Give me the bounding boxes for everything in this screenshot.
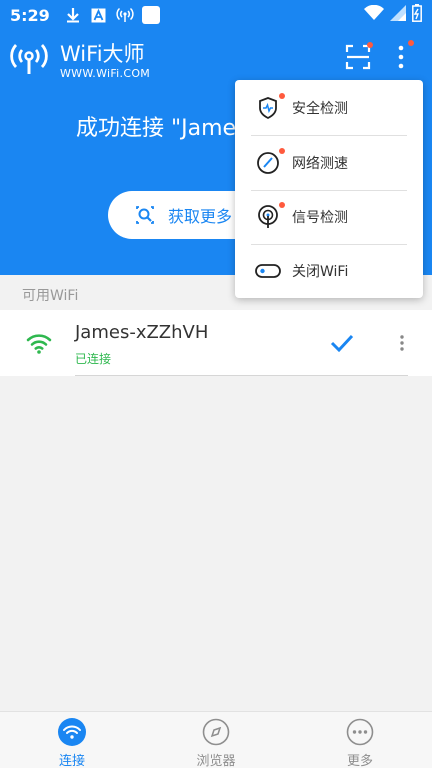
search-scan-icon bbox=[136, 206, 154, 224]
speedometer-icon bbox=[255, 150, 281, 176]
menu-item-label: 信号检测 bbox=[292, 210, 348, 226]
nav-tab-more[interactable]: 更多 bbox=[288, 712, 432, 768]
nav-label: 连接 bbox=[58, 754, 85, 768]
nav-tab-connect[interactable]: 连接 bbox=[0, 712, 144, 768]
app-website: WWW.WiFi.COM bbox=[60, 67, 151, 80]
hotspot-icon bbox=[116, 6, 134, 24]
download-icon bbox=[64, 6, 82, 24]
shield-icon bbox=[255, 95, 281, 121]
bottom-navigation: 连接 浏览器 更多 bbox=[0, 711, 432, 768]
get-more-label: 获取更多 bbox=[168, 207, 233, 226]
network-options-button[interactable] bbox=[396, 332, 408, 354]
security-dot bbox=[279, 93, 285, 99]
signal-tower-icon bbox=[255, 204, 281, 230]
status-bar: 5:29 bbox=[0, 0, 432, 30]
wifi-master-logo-icon bbox=[10, 40, 48, 78]
more-dots-icon bbox=[346, 718, 374, 746]
compass-icon bbox=[202, 718, 230, 746]
battery-icon bbox=[412, 4, 422, 26]
menu-item-speed-test[interactable]: 网络测速 bbox=[235, 136, 423, 190]
scan-notification-dot bbox=[367, 42, 373, 48]
wifi-status-icon bbox=[364, 4, 384, 25]
menu-item-turn-off-wifi[interactable]: 关闭WiFi bbox=[235, 244, 423, 298]
menu-item-label: 安全检测 bbox=[292, 101, 348, 117]
status-time: 5:29 bbox=[10, 5, 50, 25]
popup-menu: 安全检测 网络测速 信号检测 关闭WiFi bbox=[235, 80, 423, 298]
notification-square-icon bbox=[141, 6, 160, 24]
font-icon bbox=[90, 6, 108, 24]
more-vertical-icon bbox=[400, 335, 404, 351]
signal-dot bbox=[279, 202, 285, 208]
menu-item-label: 关闭WiFi bbox=[292, 264, 349, 280]
wifi-signal-icon bbox=[26, 332, 52, 354]
menu-item-security-check[interactable]: 安全检测 bbox=[235, 81, 423, 135]
app-title: WiFi大师 bbox=[60, 42, 145, 66]
speed-dot bbox=[279, 148, 285, 154]
cell-signal-icon bbox=[390, 5, 406, 25]
menu-item-label: 网络测速 bbox=[292, 156, 348, 172]
network-ssid: James-xZZhVH bbox=[75, 322, 209, 343]
scan-button[interactable] bbox=[343, 42, 373, 72]
more-notification-dot bbox=[408, 40, 414, 46]
wifi-icon bbox=[58, 718, 86, 746]
toggle-off-icon bbox=[255, 258, 281, 284]
nav-tab-browser[interactable]: 浏览器 bbox=[144, 712, 288, 768]
network-status: 已连接 bbox=[75, 352, 112, 366]
nav-label: 浏览器 bbox=[196, 754, 236, 768]
nav-label: 更多 bbox=[346, 754, 373, 768]
connected-check-icon bbox=[329, 332, 355, 354]
more-menu-button[interactable] bbox=[390, 40, 414, 74]
row-divider bbox=[75, 375, 408, 376]
wifi-network-row[interactable]: James-xZZhVH 已连接 bbox=[0, 310, 432, 376]
menu-item-signal-check[interactable]: 信号检测 bbox=[235, 190, 423, 244]
